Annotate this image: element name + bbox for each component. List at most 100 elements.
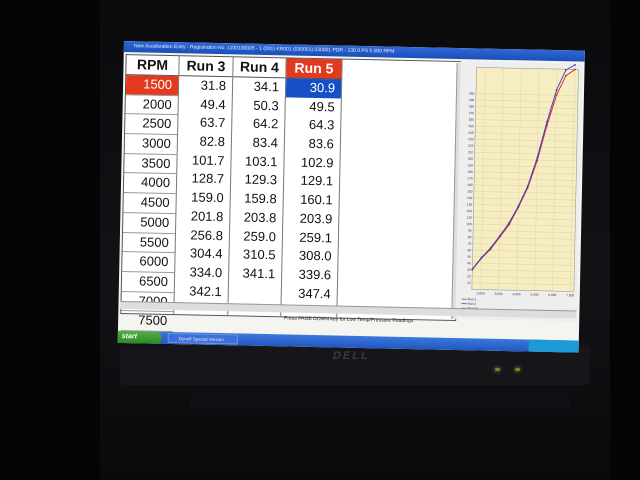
run5-cell[interactable]: 64.3 <box>285 116 340 136</box>
run3-cell[interactable]: 334.0 <box>175 263 228 283</box>
monitor-stand <box>190 395 570 409</box>
run3-cell[interactable]: 128.7 <box>177 170 230 190</box>
run3-cell[interactable]: 304.4 <box>175 244 228 264</box>
y-tick-label: 120 <box>467 209 473 213</box>
x-tick-label: 2,000 <box>477 291 485 295</box>
run3-cell[interactable]: 101.7 <box>177 151 230 171</box>
y-tick-label: 290 <box>469 98 475 102</box>
run3-header[interactable]: Run 3 <box>179 56 233 78</box>
run3-cell[interactable]: 256.8 <box>176 226 229 246</box>
y-tick-label: 20 <box>467 274 471 278</box>
y-tick-label: 220 <box>468 144 474 148</box>
run4-cell[interactable]: 203.8 <box>230 208 282 228</box>
y-tick-label: 130 <box>467 203 473 207</box>
y-tick-label: 140 <box>467 196 473 200</box>
x-tick-label: 7,000 <box>566 293 574 297</box>
run4-cell[interactable] <box>229 283 281 303</box>
run5-cell[interactable]: 102.9 <box>284 153 339 173</box>
run4-cell[interactable]: 341.1 <box>229 264 281 284</box>
x-tick-label: 4,000 <box>512 292 520 296</box>
power-curve-chart: 10 20 30 40 50 60 70 80 90 100 110 120 130 140 150 160 1… <box>455 61 583 322</box>
screen: New Acceleration Entry - Registration No… <box>117 41 585 353</box>
y-tick-label: 250 <box>468 124 474 128</box>
run3-cell[interactable]: 342.1 <box>175 282 228 302</box>
y-tick-label: 190 <box>468 163 474 167</box>
run5-column: Run 5 30.9 49.5 64.3 83.6 102.9 129.1 160.1 203… <box>281 58 343 318</box>
y-tick-label: 60 <box>468 248 472 252</box>
y-tick-label: 170 <box>467 176 473 180</box>
rpm-cell[interactable]: 1500 <box>125 75 179 96</box>
y-tick-label: 100 <box>466 222 472 226</box>
y-tick-label: 210 <box>468 150 474 154</box>
app-content: RPM 1500 2000 2500 3000 3500 4000 4500 5000 5500… <box>118 52 584 353</box>
y-tick-label: 90 <box>468 229 472 233</box>
run5-cell[interactable]: 339.6 <box>282 265 337 285</box>
rpm-cell[interactable]: 2500 <box>125 114 178 136</box>
run5-cell[interactable]: 308.0 <box>282 247 337 267</box>
run4-column: Run 4 34.1 50.3 64.2 83.4 103.1 129.3 159.8 203… <box>228 57 287 317</box>
run4-cell[interactable]: 129.3 <box>231 171 283 191</box>
rpm-cell[interactable]: 3500 <box>124 153 177 175</box>
run5-cell[interactable]: 129.1 <box>284 172 339 192</box>
y-tick-label: 180 <box>467 170 473 174</box>
y-tick-label: 270 <box>469 111 475 115</box>
run5-cell[interactable]: 160.1 <box>284 191 339 211</box>
rpm-column: RPM 1500 2000 2500 3000 3500 4000 4500 5000 5500… <box>120 55 180 353</box>
run5-header[interactable]: Run 5 <box>286 58 342 80</box>
run4-cell[interactable]: 259.0 <box>230 227 282 247</box>
y-tick-label: 160 <box>467 183 473 187</box>
run4-cell[interactable]: 159.8 <box>231 189 283 209</box>
rpm-cell[interactable]: 6000 <box>122 252 175 273</box>
y-tick-label: 150 <box>467 189 473 193</box>
run4-cell[interactable]: 103.1 <box>231 152 283 172</box>
rpm-cell[interactable]: 4500 <box>123 193 176 214</box>
run5-cell[interactable]: 347.4 <box>282 284 337 304</box>
rpm-cell[interactable]: 3000 <box>124 134 178 155</box>
run3-cell[interactable]: 63.7 <box>178 114 231 134</box>
y-tick-label: 10 <box>467 281 471 285</box>
run3-cell[interactable]: 31.8 <box>179 76 232 96</box>
y-tick-label: 200 <box>468 157 474 161</box>
x-tick-label: 6,000 <box>548 293 556 297</box>
run4-cell[interactable]: 64.2 <box>232 115 284 135</box>
taskbar-app-button[interactable]: Dynofl Special Version <box>167 332 238 345</box>
rpm-cell[interactable]: 6500 <box>121 271 175 293</box>
rpm-data-table: RPM 1500 2000 2500 3000 3500 4000 4500 5000 5500… <box>120 54 464 353</box>
y-tick-label: 30 <box>467 268 471 272</box>
y-tick-label: 260 <box>469 118 475 122</box>
run3-cell[interactable]: 49.4 <box>178 95 231 115</box>
monitor-brand-logo: DELL <box>331 350 372 362</box>
run4-cell[interactable]: 83.4 <box>232 133 284 153</box>
x-tick-label: 5,000 <box>530 293 538 297</box>
start-button[interactable]: start <box>117 330 162 344</box>
run4-cell[interactable]: 310.5 <box>229 245 281 265</box>
run4-header[interactable]: Run 4 <box>233 57 286 79</box>
run5-cell[interactable]: 259.1 <box>283 228 338 248</box>
run4-cell[interactable]: 34.1 <box>233 77 285 97</box>
rpm-cell[interactable]: 4000 <box>123 173 177 195</box>
y-tick-label: 110 <box>467 216 472 220</box>
run3-column: Run 3 31.8 49.4 63.7 82.8 101.7 128.7 159.0 201… <box>174 56 234 316</box>
rpm-cell[interactable]: 2000 <box>125 94 178 116</box>
run4-cell[interactable]: 50.3 <box>232 96 284 116</box>
y-tick-label: 70 <box>468 242 472 246</box>
rpm-cell[interactable]: 5500 <box>122 232 175 254</box>
run5-cell[interactable]: 83.6 <box>285 134 340 154</box>
run3-cell[interactable]: 159.0 <box>177 188 230 208</box>
y-tick-label: 40 <box>467 261 471 265</box>
rpm-header[interactable]: RPM <box>126 55 179 77</box>
run3-cell[interactable]: 82.8 <box>178 132 231 152</box>
rpm-cell[interactable]: 5000 <box>122 212 176 234</box>
status-led-icon <box>515 368 520 371</box>
run5-cell[interactable]: 203.9 <box>283 209 338 229</box>
run3-cell[interactable]: 201.8 <box>176 207 229 227</box>
power-led-icon <box>495 368 500 371</box>
run5-cell[interactable]: 49.5 <box>285 97 340 117</box>
x-tick-label: 3,000 <box>495 292 503 296</box>
y-tick-label: 240 <box>468 131 474 135</box>
y-tick-label: 50 <box>467 255 471 259</box>
y-tick-label: 300 <box>469 92 475 96</box>
y-tick-label: 80 <box>468 235 472 239</box>
system-tray <box>528 339 579 353</box>
run5-cell[interactable]: 30.9 <box>285 78 342 99</box>
